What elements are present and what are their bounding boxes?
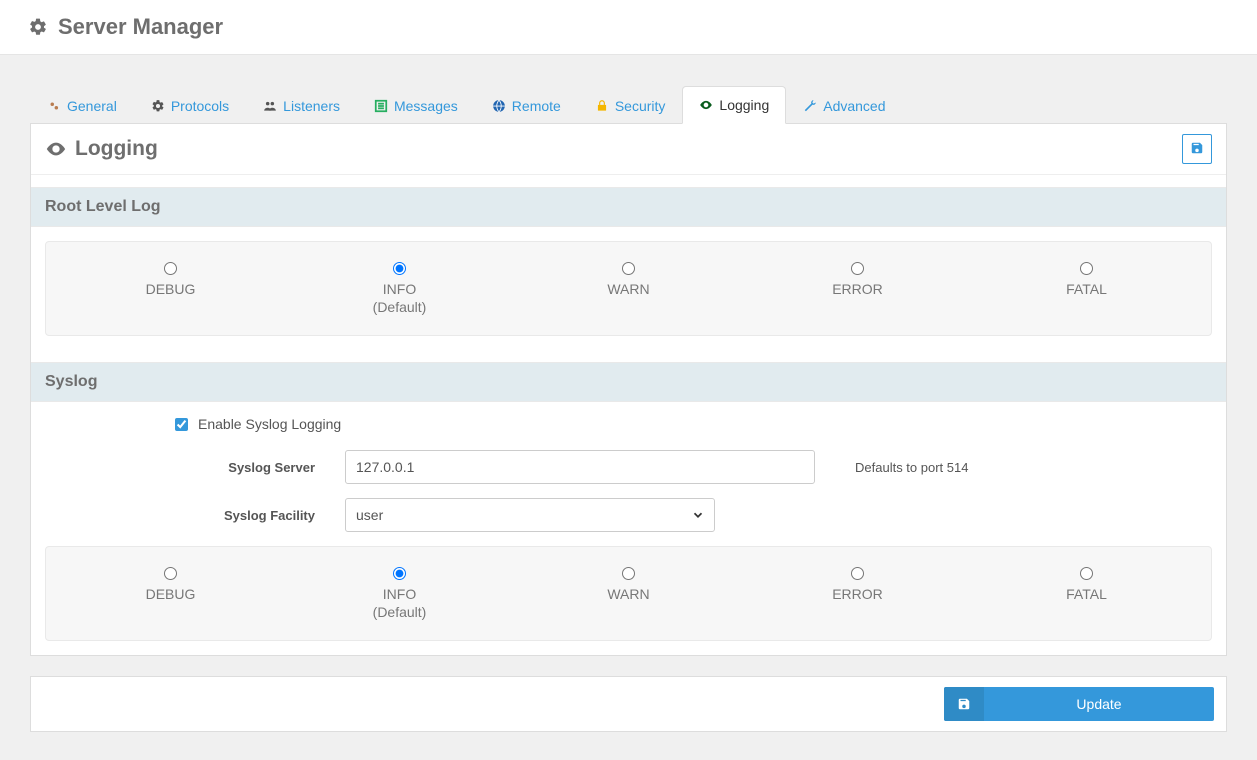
radio-error[interactable] — [851, 567, 864, 580]
syslog-server-input[interactable] — [345, 450, 815, 484]
tabs: General Protocols Listeners Messages Rem… — [30, 85, 1227, 124]
update-button-label: Update — [984, 687, 1214, 721]
radio-fatal[interactable] — [1080, 262, 1093, 275]
radio-label: DEBUG — [56, 281, 285, 297]
radio-fatal[interactable] — [1080, 567, 1093, 580]
radio-sublabel: (Default) — [285, 299, 514, 315]
section-root-level-log: Root Level Log DEBUG INFO (Default) WARN — [31, 187, 1226, 350]
globe-icon — [492, 99, 506, 113]
section-header: Syslog — [31, 362, 1226, 402]
panel-title: Logging — [75, 137, 158, 161]
panel-title-row: Logging — [31, 124, 1226, 175]
radio-warn[interactable] — [622, 567, 635, 580]
enable-syslog-label: Enable Syslog Logging — [198, 416, 341, 432]
radio-option-error: ERROR — [743, 262, 972, 315]
radio-label: ERROR — [743, 586, 972, 602]
gear-icon — [151, 99, 165, 113]
tab-label: Messages — [394, 98, 458, 114]
radio-label: INFO — [285, 586, 514, 602]
tab-label: Protocols — [171, 98, 229, 114]
syslog-server-label: Syslog Server — [45, 460, 345, 475]
tab-label: Listeners — [283, 98, 340, 114]
radio-option-debug: DEBUG — [56, 567, 285, 620]
radio-debug[interactable] — [164, 262, 177, 275]
syslog-server-row: Syslog Server Defaults to port 514 — [45, 450, 1212, 484]
tab-messages[interactable]: Messages — [357, 86, 475, 124]
save-icon — [944, 687, 984, 721]
tab-label: Security — [615, 98, 666, 114]
section-header: Root Level Log — [31, 187, 1226, 227]
radio-label: INFO — [285, 281, 514, 297]
lock-icon — [595, 99, 609, 113]
radio-info[interactable] — [393, 262, 406, 275]
radio-label: FATAL — [972, 586, 1201, 602]
tab-logging[interactable]: Logging — [682, 86, 786, 124]
radio-label: DEBUG — [56, 586, 285, 602]
radio-option-info: INFO (Default) — [285, 262, 514, 315]
update-button[interactable]: Update — [944, 687, 1214, 721]
syslog-facility-select[interactable]: user — [345, 498, 715, 532]
radio-label: FATAL — [972, 281, 1201, 297]
tab-protocols[interactable]: Protocols — [134, 86, 246, 124]
tab-advanced[interactable]: Advanced — [786, 86, 902, 124]
section-syslog: Syslog Enable Syslog Logging Syslog Serv… — [31, 362, 1226, 655]
root-log-level-radios: DEBUG INFO (Default) WARN ERROR FA — [45, 241, 1212, 336]
radio-option-debug: DEBUG — [56, 262, 285, 315]
group-icon — [263, 99, 277, 113]
logging-panel: Logging Root Level Log DEBUG INFO (Defau… — [30, 124, 1227, 656]
syslog-level-radios: DEBUG INFO (Default) WARN ERROR FA — [45, 546, 1212, 641]
radio-option-fatal: FATAL — [972, 262, 1201, 315]
gear-icon — [28, 17, 48, 37]
tab-security[interactable]: Security — [578, 86, 683, 124]
footer-bar: Update — [30, 676, 1227, 732]
tab-remote[interactable]: Remote — [475, 86, 578, 124]
radio-option-error: ERROR — [743, 567, 972, 620]
tab-listeners[interactable]: Listeners — [246, 86, 357, 124]
eye-icon — [45, 138, 67, 160]
radio-label: WARN — [514, 586, 743, 602]
radio-option-info: INFO (Default) — [285, 567, 514, 620]
radio-label: ERROR — [743, 281, 972, 297]
page-title: Server Manager — [58, 14, 223, 40]
syslog-facility-row: Syslog Facility user — [45, 498, 1212, 532]
radio-debug[interactable] — [164, 567, 177, 580]
tab-label: Logging — [719, 97, 769, 113]
radio-option-warn: WARN — [514, 262, 743, 315]
radio-error[interactable] — [851, 262, 864, 275]
syslog-server-hint: Defaults to port 514 — [815, 460, 968, 475]
eye-icon — [699, 98, 713, 112]
page-header: Server Manager — [0, 0, 1257, 55]
wrench-icon — [803, 99, 817, 113]
radio-option-fatal: FATAL — [972, 567, 1201, 620]
tab-label: Advanced — [823, 98, 885, 114]
tab-label: General — [67, 98, 117, 114]
radio-warn[interactable] — [622, 262, 635, 275]
enable-syslog-row: Enable Syslog Logging — [45, 416, 1212, 432]
save-button[interactable] — [1182, 134, 1212, 164]
radio-label: WARN — [514, 281, 743, 297]
tab-general[interactable]: General — [30, 86, 134, 124]
tab-label: Remote — [512, 98, 561, 114]
save-icon — [1190, 141, 1204, 158]
enable-syslog-checkbox[interactable] — [175, 418, 188, 431]
radio-option-warn: WARN — [514, 567, 743, 620]
radio-sublabel: (Default) — [285, 604, 514, 620]
radio-info[interactable] — [393, 567, 406, 580]
cog-icon — [47, 99, 61, 113]
syslog-facility-label: Syslog Facility — [45, 508, 345, 523]
list-icon — [374, 99, 388, 113]
